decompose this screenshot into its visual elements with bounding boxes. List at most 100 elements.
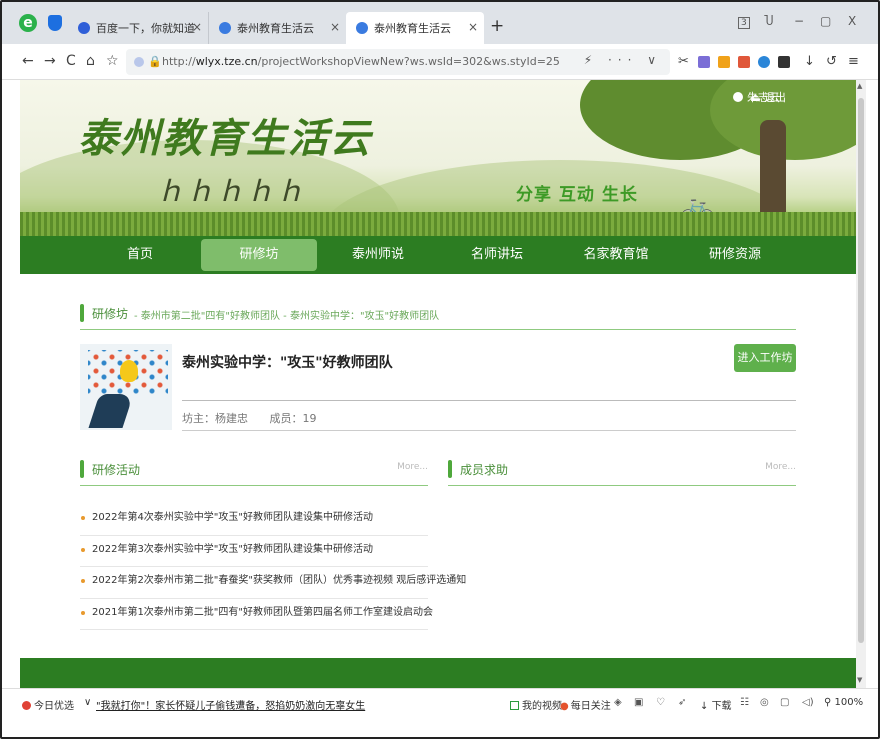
window-icon[interactable]: ▢: [780, 697, 789, 708]
list-item[interactable]: 2021年第1次泰州市第二批"四有"好教师团队暨第四届名师工作室建设启动会: [80, 599, 433, 630]
tab-taizhou-1[interactable]: 泰州教育生活云 ×: [208, 12, 346, 44]
tab-baidu[interactable]: 百度一下，你就知道 ×: [68, 12, 208, 44]
my-video-link[interactable]: 我的视频: [510, 697, 562, 712]
game-icon[interactable]: ☷: [740, 697, 749, 708]
rocket-icon[interactable]: ➶: [678, 697, 686, 708]
enter-workshop-button[interactable]: 进入工作坊: [734, 344, 796, 372]
team-members-count: 成员：19: [269, 412, 317, 425]
extension-red-icon[interactable]: [738, 56, 750, 68]
section-marker: [80, 304, 84, 322]
paw-icon: [78, 22, 90, 34]
main-nav: 首页 研修坊 泰州师说 名师讲坛 名家教育馆 研修资源: [20, 236, 856, 274]
activities-list: 2022年第4次泰州实验中学"攻玉"好教师团队建设集中研修活动 2022年第3次…: [80, 504, 466, 630]
today-icon: [22, 701, 31, 710]
close-icon[interactable]: ×: [330, 20, 340, 34]
team-meta: 坊主：杨建忠 成员：19: [182, 410, 335, 426]
url-tools[interactable]: ⚡ ··· ∨: [584, 53, 662, 67]
undo-icon[interactable]: ↺: [826, 54, 837, 69]
status-bar: 今日优选 ∨ "我就打你"！家长怀疑儿子偷钱遭备，怒掐奶奶激向无辜女生 我的视频…: [2, 688, 878, 718]
browser-logo-icon[interactable]: e: [19, 14, 37, 32]
people-silhouettes: ｈｈｈｈｈ: [156, 175, 307, 208]
breadcrumb-root[interactable]: 研修坊: [92, 305, 128, 322]
page-viewport: 泰州教育生活云 ｈｈｈｈｈ 分享 互动 生长 🚲 朱志云 ⏏ 退出 首页 研修坊…: [20, 80, 856, 688]
image-icon[interactable]: ▣: [634, 697, 643, 708]
search-extension-icon[interactable]: [758, 56, 770, 68]
minimize-button[interactable]: −: [794, 14, 804, 28]
menu-icon[interactable]: ≡: [848, 54, 859, 69]
tab-count-badge[interactable]: 3: [738, 17, 750, 29]
shirt-icon[interactable]: Ⴎ: [764, 14, 773, 28]
section-marker: [448, 460, 452, 478]
back-button[interactable]: ←: [22, 53, 34, 69]
bookmark-star-icon[interactable]: ☆: [106, 53, 119, 69]
nav-workshop-active[interactable]: 研修坊: [201, 239, 317, 271]
url-input[interactable]: 🔒 http://wlyx.tze.cn/projectWorkshopView…: [126, 49, 670, 75]
tab-label: 泰州教育生活云: [374, 22, 451, 35]
user-icon: [733, 92, 743, 102]
sound-icon[interactable]: ◁): [802, 697, 814, 708]
scroll-up-icon[interactable]: ▲: [857, 82, 862, 90]
members-help-title: 成员求助: [460, 463, 509, 477]
activities-header: 研修活动 More...: [80, 458, 428, 486]
shield-status-icon[interactable]: ◈: [614, 697, 622, 708]
extension-shield-icon[interactable]: [718, 56, 730, 68]
video-icon: [510, 701, 519, 710]
scrollbar-thumb[interactable]: [858, 98, 864, 643]
today-picks[interactable]: 今日优选: [22, 697, 74, 712]
site-slogan: 分享 互动 生长: [516, 185, 638, 205]
extension-purple-icon[interactable]: [698, 56, 710, 68]
grid-icon[interactable]: [778, 56, 790, 68]
breadcrumb-trail[interactable]: - 泰州市第二批"四有"好教师团队 - 泰州实验中学："攻玉"好教师团队: [134, 307, 439, 322]
window-close-button[interactable]: X: [848, 14, 856, 28]
home-button[interactable]: ⌂: [86, 53, 95, 69]
translate-icon[interactable]: ◎: [760, 697, 769, 708]
site-info-icon[interactable]: [134, 57, 144, 67]
new-tab-button[interactable]: +: [490, 16, 504, 36]
forward-button[interactable]: →: [44, 53, 56, 69]
site-favicon-icon: [356, 22, 368, 34]
zoom-level[interactable]: ⚲ 100%: [824, 697, 863, 708]
team-title: 泰州实验中学："攻玉"好教师团队: [182, 355, 393, 371]
activities-title: 研修活动: [92, 463, 141, 477]
activities-more-link[interactable]: More...: [397, 462, 428, 472]
download-link[interactable]: ↓ 下载: [700, 697, 732, 712]
team-cover-image: [80, 344, 172, 430]
close-icon[interactable]: ×: [192, 20, 202, 34]
nav-home[interactable]: 首页: [82, 239, 198, 271]
list-item[interactable]: 2022年第2次泰州市第二批"春蚕奖"获奖教师（团队）优秀事迹视频 观后感评选通…: [80, 567, 466, 599]
browser-window: e 百度一下，你就知道 × 泰州教育生活云 × 泰州教育生活云 × + 3 Ⴎ …: [0, 0, 880, 739]
nav-resources[interactable]: 研修资源: [677, 239, 793, 271]
health-icon[interactable]: ♡: [656, 697, 665, 708]
nav-educators-hall[interactable]: 名家教育馆: [558, 239, 674, 271]
grass-strip: [20, 212, 856, 236]
news-ticker-link[interactable]: "我就打你"！家长怀疑儿子偷钱遭备，怒掐奶奶激向无辜女生: [96, 697, 365, 712]
members-help-more-link[interactable]: More...: [765, 462, 796, 472]
chevron-down-icon[interactable]: ∨: [84, 697, 91, 708]
logout-link[interactable]: ⏏ 退出: [750, 89, 786, 105]
nav-taizhou-teachers[interactable]: 泰州师说: [320, 239, 436, 271]
shield-icon[interactable]: [48, 15, 62, 31]
site-favicon-icon: [219, 22, 231, 34]
site-banner: 泰州教育生活云 ｈｈｈｈｈ 分享 互动 生长 🚲 朱志云 ⏏ 退出: [20, 80, 856, 236]
list-item[interactable]: 2022年第4次泰州实验中学"攻玉"好教师团队建设集中研修活动: [80, 504, 428, 536]
download-icon[interactable]: ↓: [804, 54, 815, 69]
restore-button[interactable]: ▢: [820, 14, 831, 28]
nav-master-lectures[interactable]: 名师讲坛: [439, 239, 555, 271]
tab-bar: e 百度一下，你就知道 × 泰州教育生活云 × 泰州教育生活云 × + 3 Ⴎ …: [2, 2, 878, 44]
close-icon[interactable]: ×: [468, 20, 478, 34]
list-item[interactable]: 2022年第3次泰州实验中学"攻玉"好教师团队建设集中研修活动: [80, 536, 428, 567]
breadcrumb: 研修坊 - 泰州市第二批"四有"好教师团队 - 泰州实验中学："攻玉"好教师团队: [80, 302, 796, 330]
daily-focus-link[interactable]: ● 每日关注: [560, 697, 611, 712]
divider: [182, 430, 796, 431]
insecure-lock-icon[interactable]: 🔒: [148, 55, 162, 68]
divider: [182, 400, 796, 401]
scroll-down-icon[interactable]: ▼: [857, 676, 862, 684]
reload-button[interactable]: C: [66, 53, 76, 69]
tab-label: 泰州教育生活云: [237, 22, 314, 35]
scissors-icon[interactable]: ✂: [678, 54, 689, 69]
url-text: http://wlyx.tze.cn/projectWorkshopViewNe…: [162, 55, 560, 68]
section-marker: [80, 460, 84, 478]
site-logo[interactable]: 泰州教育生活云: [78, 106, 372, 164]
tab-taizhou-2-active[interactable]: 泰州教育生活云 ×: [346, 12, 484, 44]
vertical-scrollbar[interactable]: ▲ ▼: [856, 80, 866, 688]
